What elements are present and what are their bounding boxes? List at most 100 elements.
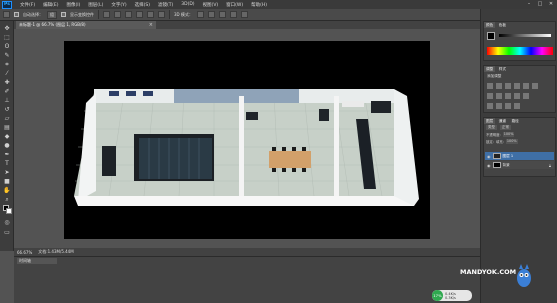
document-tab[interactable]: 未标题-1 @ 66.7% (图层 1, RGB/8) × <box>16 21 156 29</box>
auto-select-dropdown[interactable]: 组 <box>47 10 57 19</box>
vibrance-icon[interactable] <box>523 83 529 89</box>
align-center-icon[interactable] <box>147 11 154 18</box>
lock-label: 锁定: <box>486 140 494 144</box>
path-selection-tool-icon[interactable]: ➤ <box>3 169 11 176</box>
move-tool-preset-icon[interactable] <box>3 11 10 18</box>
background-color-swatch[interactable] <box>6 208 12 214</box>
screen-mode-icon[interactable]: ▭ <box>3 229 11 236</box>
gradient-tool-icon[interactable]: ▤ <box>3 124 11 131</box>
hand-tool-icon[interactable]: ✋ <box>3 187 11 194</box>
quick-mask-icon[interactable]: ◎ <box>3 219 11 226</box>
posterize-icon[interactable] <box>496 103 502 109</box>
rotate-3d-icon[interactable] <box>196 11 204 18</box>
tab-paths[interactable]: 路径 <box>509 118 521 124</box>
align-top-icon[interactable] <box>103 11 110 18</box>
maximize-button[interactable]: □ <box>536 1 544 7</box>
marquee-tool-icon[interactable]: ⬚ <box>3 34 11 41</box>
menu-window[interactable]: 窗口(W) <box>222 2 247 8</box>
tab-styles[interactable]: 样式 <box>496 66 508 72</box>
upload-speed: 0.4K/s <box>445 291 456 296</box>
visibility-eye-icon[interactable]: ◉ <box>487 163 491 168</box>
gradient-map-icon[interactable] <box>514 103 520 109</box>
lock-icon: 🔒︎ <box>548 162 551 168</box>
menu-type[interactable]: 文字(Y) <box>107 2 130 8</box>
black-white-icon[interactable] <box>496 93 502 99</box>
quick-select-tool-icon[interactable]: ✎ <box>3 52 11 59</box>
brush-tool-icon[interactable]: ✐ <box>3 88 11 95</box>
menu-3d[interactable]: 3D(D) <box>177 2 198 7</box>
visibility-eye-icon[interactable]: ◉ <box>487 154 491 159</box>
levels-icon[interactable] <box>496 83 502 89</box>
menu-select[interactable]: 选择(S) <box>131 2 154 8</box>
color-balance-icon[interactable] <box>487 93 493 99</box>
menu-help[interactable]: 帮助(H) <box>247 2 271 8</box>
history-brush-tool-icon[interactable]: ↺ <box>3 106 11 113</box>
close-tab-icon[interactable]: × <box>149 21 153 29</box>
canvas-workspace <box>14 29 480 248</box>
layer-filter-dropdown[interactable]: 类型 <box>486 125 497 130</box>
divider <box>98 10 99 19</box>
opacity-input[interactable]: 100% <box>502 132 515 137</box>
invert-icon[interactable] <box>487 103 493 109</box>
menu-layer[interactable]: 图层(L) <box>84 2 107 8</box>
show-transform-checkbox[interactable] <box>61 12 66 17</box>
hue-saturation-icon[interactable] <box>532 83 538 89</box>
threshold-icon[interactable] <box>505 103 511 109</box>
zoom-tool-icon[interactable]: ⌕ <box>3 196 11 203</box>
adjustment-icons-row <box>487 93 529 99</box>
menu-image[interactable]: 图像(I) <box>62 2 84 8</box>
mascot-icon <box>517 264 531 287</box>
eraser-tool-icon[interactable]: ▱ <box>3 115 11 122</box>
zoom-level[interactable]: 66.67% <box>17 250 32 255</box>
layer-row[interactable]: ◉ 背景 🔒︎ <box>485 161 554 169</box>
exposure-icon[interactable] <box>514 83 520 89</box>
network-speed-badge[interactable]: 17% 0.4K/s 0.3K/s <box>432 290 472 301</box>
pen-tool-icon[interactable]: ✒ <box>3 151 11 158</box>
menu-edit[interactable]: 编辑(E) <box>39 2 62 8</box>
clone-stamp-tool-icon[interactable]: ⊥ <box>3 97 11 104</box>
tab-adjustments[interactable]: 调整 <box>484 66 496 72</box>
menu-file[interactable]: 文件(F) <box>16 2 39 8</box>
tab-layers[interactable]: 图层 <box>484 118 496 124</box>
color-lookup-icon[interactable] <box>523 93 529 99</box>
color-slider[interactable] <box>499 34 551 37</box>
blend-mode-dropdown[interactable]: 正常 <box>500 125 511 130</box>
show-transform-label: 显示变换控件 <box>70 11 94 17</box>
minimize-button[interactable]: – <box>525 1 533 7</box>
align-bottom-icon[interactable] <box>125 11 132 18</box>
layer-row[interactable]: ◉ 图层 1 <box>485 152 554 160</box>
tab-channels[interactable]: 通道 <box>496 118 508 124</box>
eyedropper-tool-icon[interactable]: ⁄ <box>3 70 11 77</box>
type-tool-icon[interactable]: T <box>3 160 11 167</box>
roll-3d-icon[interactable] <box>207 11 215 18</box>
timeline-tab[interactable]: 时间轴 <box>17 258 57 264</box>
channel-mixer-icon[interactable] <box>514 93 520 99</box>
align-middle-icon[interactable] <box>114 11 121 18</box>
lasso-tool-icon[interactable]: ʘ <box>3 43 11 50</box>
align-right-icon[interactable] <box>158 11 165 18</box>
color-spectrum[interactable] <box>487 47 553 55</box>
healing-brush-tool-icon[interactable]: ✚ <box>3 79 11 86</box>
blur-tool-icon[interactable]: ◆ <box>3 133 11 140</box>
tab-color[interactable]: 颜色 <box>484 22 496 28</box>
photo-filter-icon[interactable] <box>505 93 511 99</box>
tab-swatches[interactable]: 色板 <box>496 22 508 28</box>
foreground-color-chip[interactable] <box>487 32 495 40</box>
move-tool-icon[interactable]: ✥ <box>3 25 11 32</box>
shape-tool-icon[interactable]: ■ <box>3 178 11 185</box>
fill-input[interactable]: 100% <box>505 139 518 144</box>
crop-tool-icon[interactable]: ⌗ <box>3 61 11 68</box>
align-left-icon[interactable] <box>136 11 143 18</box>
scale-3d-icon[interactable] <box>240 11 248 18</box>
auto-select-checkbox[interactable] <box>14 12 19 17</box>
menu-view[interactable]: 视图(V) <box>199 2 223 8</box>
document-canvas[interactable] <box>64 41 430 239</box>
curves-icon[interactable] <box>505 83 511 89</box>
menu-filter[interactable]: 滤镜(T) <box>154 2 177 8</box>
slide-3d-icon[interactable] <box>229 11 237 18</box>
drag-3d-icon[interactable] <box>218 11 226 18</box>
close-button[interactable]: ✕ <box>547 1 555 7</box>
dodge-tool-icon[interactable]: ● <box>3 142 11 149</box>
adjustments-title: 添加调整 <box>487 74 502 78</box>
brightness-icon[interactable] <box>487 83 493 89</box>
